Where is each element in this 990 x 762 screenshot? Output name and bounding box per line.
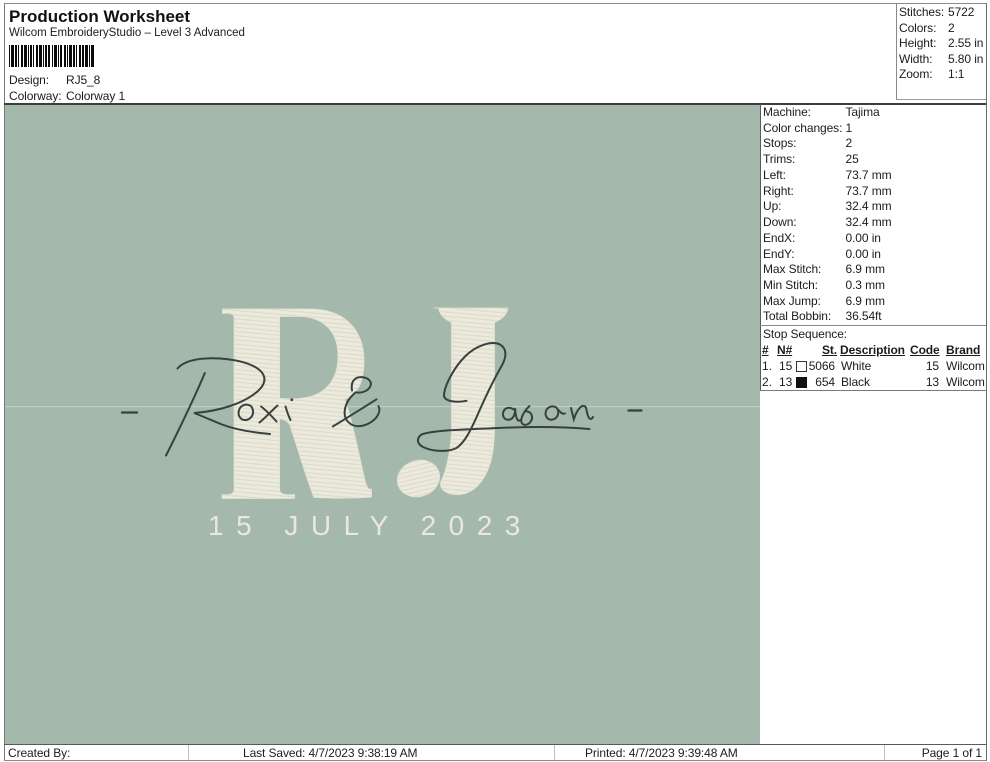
svg-text:15 JULY 2023: 15 JULY 2023: [208, 510, 533, 541]
